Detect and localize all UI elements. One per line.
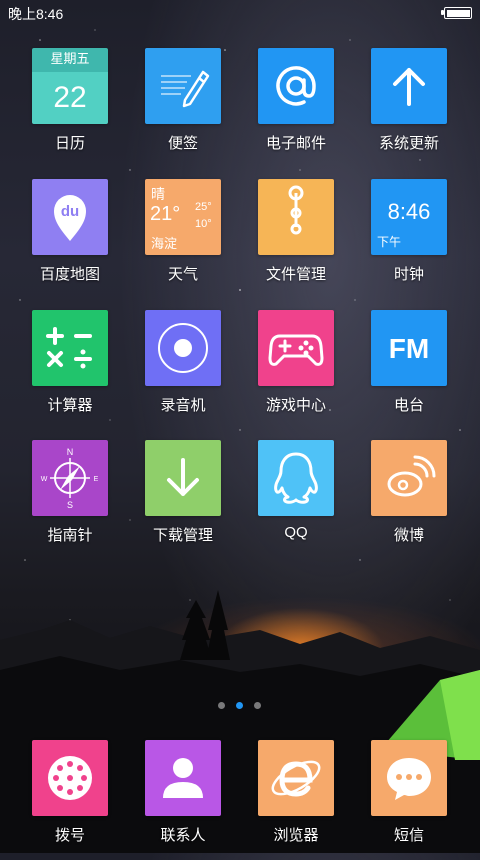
gamepad-icon bbox=[258, 310, 334, 386]
page-indicator bbox=[0, 700, 480, 712]
app-label: 拨号 bbox=[54, 827, 85, 844]
app-label: 百度地图 bbox=[39, 266, 100, 283]
dock-contacts[interactable]: 联系人 bbox=[133, 740, 233, 860]
dock-messages[interactable]: 短信 bbox=[359, 740, 459, 860]
app-weather[interactable]: 晴 21° 25° 10° 海淀 天气 bbox=[133, 179, 233, 299]
weather-low: 10° bbox=[195, 218, 212, 230]
weather-city: 海淀 bbox=[151, 236, 178, 251]
contact-person-icon bbox=[145, 740, 221, 816]
calendar-icon: 星期五 22 bbox=[32, 48, 108, 124]
status-bar: 晚上8:46 bbox=[0, 0, 480, 26]
dock-browser[interactable]: 浏览器 bbox=[246, 740, 346, 860]
battery-icon bbox=[441, 7, 472, 19]
app-label: 电台 bbox=[393, 397, 424, 414]
calendar-day: 22 bbox=[32, 72, 108, 124]
clock-icon: 8:46 下午 bbox=[371, 179, 447, 255]
notepad-pencil-icon bbox=[145, 48, 221, 124]
app-clock[interactable]: 8:46 下午 时钟 bbox=[359, 179, 459, 299]
app-game-center[interactable]: 游戏中心 bbox=[246, 310, 346, 430]
app-label: 日历 bbox=[54, 135, 85, 152]
app-label: 计算器 bbox=[47, 397, 93, 414]
app-label: 指南针 bbox=[47, 527, 93, 544]
app-radio[interactable]: FM 电台 bbox=[359, 310, 459, 430]
clock-time: 8:46 bbox=[387, 199, 431, 224]
app-file-manager[interactable]: 文件管理 bbox=[246, 179, 346, 299]
page-dot-active[interactable] bbox=[236, 702, 243, 709]
app-weibo[interactable]: 微博 bbox=[359, 440, 459, 560]
message-bubble-icon bbox=[371, 740, 447, 816]
weather-high: 25° bbox=[195, 201, 212, 213]
app-label: QQ bbox=[284, 524, 308, 541]
browser-e-icon bbox=[258, 740, 334, 816]
radio-badge: FM bbox=[389, 333, 429, 364]
clock-ampm: 下午 bbox=[377, 235, 402, 249]
app-label: 时钟 bbox=[393, 266, 424, 283]
radio-fm-icon: FM bbox=[371, 310, 447, 386]
app-label: 天气 bbox=[167, 266, 198, 283]
qq-penguin-icon bbox=[258, 440, 334, 516]
app-email[interactable]: 电子邮件 bbox=[246, 48, 346, 168]
app-label: 浏览器 bbox=[273, 827, 319, 844]
map-pin-icon: du bbox=[32, 179, 108, 255]
arrow-up-icon bbox=[371, 48, 447, 124]
weather-temp: 21° bbox=[150, 203, 181, 225]
weibo-icon bbox=[371, 440, 447, 516]
page-dot[interactable] bbox=[254, 702, 261, 709]
app-system-update[interactable]: 系统更新 bbox=[359, 48, 459, 168]
compass-icon: N S W E bbox=[32, 440, 108, 516]
app-label: 短信 bbox=[393, 827, 424, 844]
app-label: 电子邮件 bbox=[265, 135, 326, 152]
app-label: 联系人 bbox=[160, 827, 206, 844]
map-badge: du bbox=[61, 203, 79, 220]
compass-s: S bbox=[67, 500, 73, 510]
compass-w: W bbox=[41, 476, 48, 483]
app-label: 便签 bbox=[167, 135, 198, 152]
status-time: 晚上8:46 bbox=[8, 6, 64, 22]
app-compass[interactable]: N S W E 指南针 bbox=[20, 440, 120, 560]
calculator-icon bbox=[32, 310, 108, 386]
calendar-weekday: 星期五 bbox=[32, 48, 108, 72]
record-icon bbox=[145, 310, 221, 386]
app-recorder[interactable]: 录音机 bbox=[133, 310, 233, 430]
app-calendar[interactable]: 星期五 22 日历 bbox=[20, 48, 120, 168]
app-download-manager[interactable]: 下载管理 bbox=[133, 440, 233, 560]
app-label: 微博 bbox=[393, 527, 424, 544]
compass-e: E bbox=[94, 476, 99, 483]
at-sign-icon bbox=[258, 48, 334, 124]
weather-icon: 晴 21° 25° 10° 海淀 bbox=[145, 179, 221, 255]
page-dot[interactable] bbox=[218, 702, 225, 709]
app-qq[interactable]: QQ bbox=[246, 440, 346, 560]
dock-dialer[interactable]: 拨号 bbox=[20, 740, 120, 860]
download-arrow-icon bbox=[145, 440, 221, 516]
dialpad-icon bbox=[32, 740, 108, 816]
app-calculator[interactable]: 计算器 bbox=[20, 310, 120, 430]
app-label: 文件管理 bbox=[265, 266, 326, 283]
app-label: 系统更新 bbox=[378, 135, 439, 152]
app-label: 游戏中心 bbox=[265, 397, 326, 414]
app-notes[interactable]: 便签 bbox=[133, 48, 233, 168]
compass-n: N bbox=[67, 447, 74, 457]
weather-condition: 晴 bbox=[151, 186, 165, 202]
file-tree-icon bbox=[258, 179, 334, 255]
app-label: 录音机 bbox=[160, 397, 206, 414]
app-baidu-map[interactable]: du 百度地图 bbox=[20, 179, 120, 299]
app-label: 下载管理 bbox=[152, 527, 213, 544]
